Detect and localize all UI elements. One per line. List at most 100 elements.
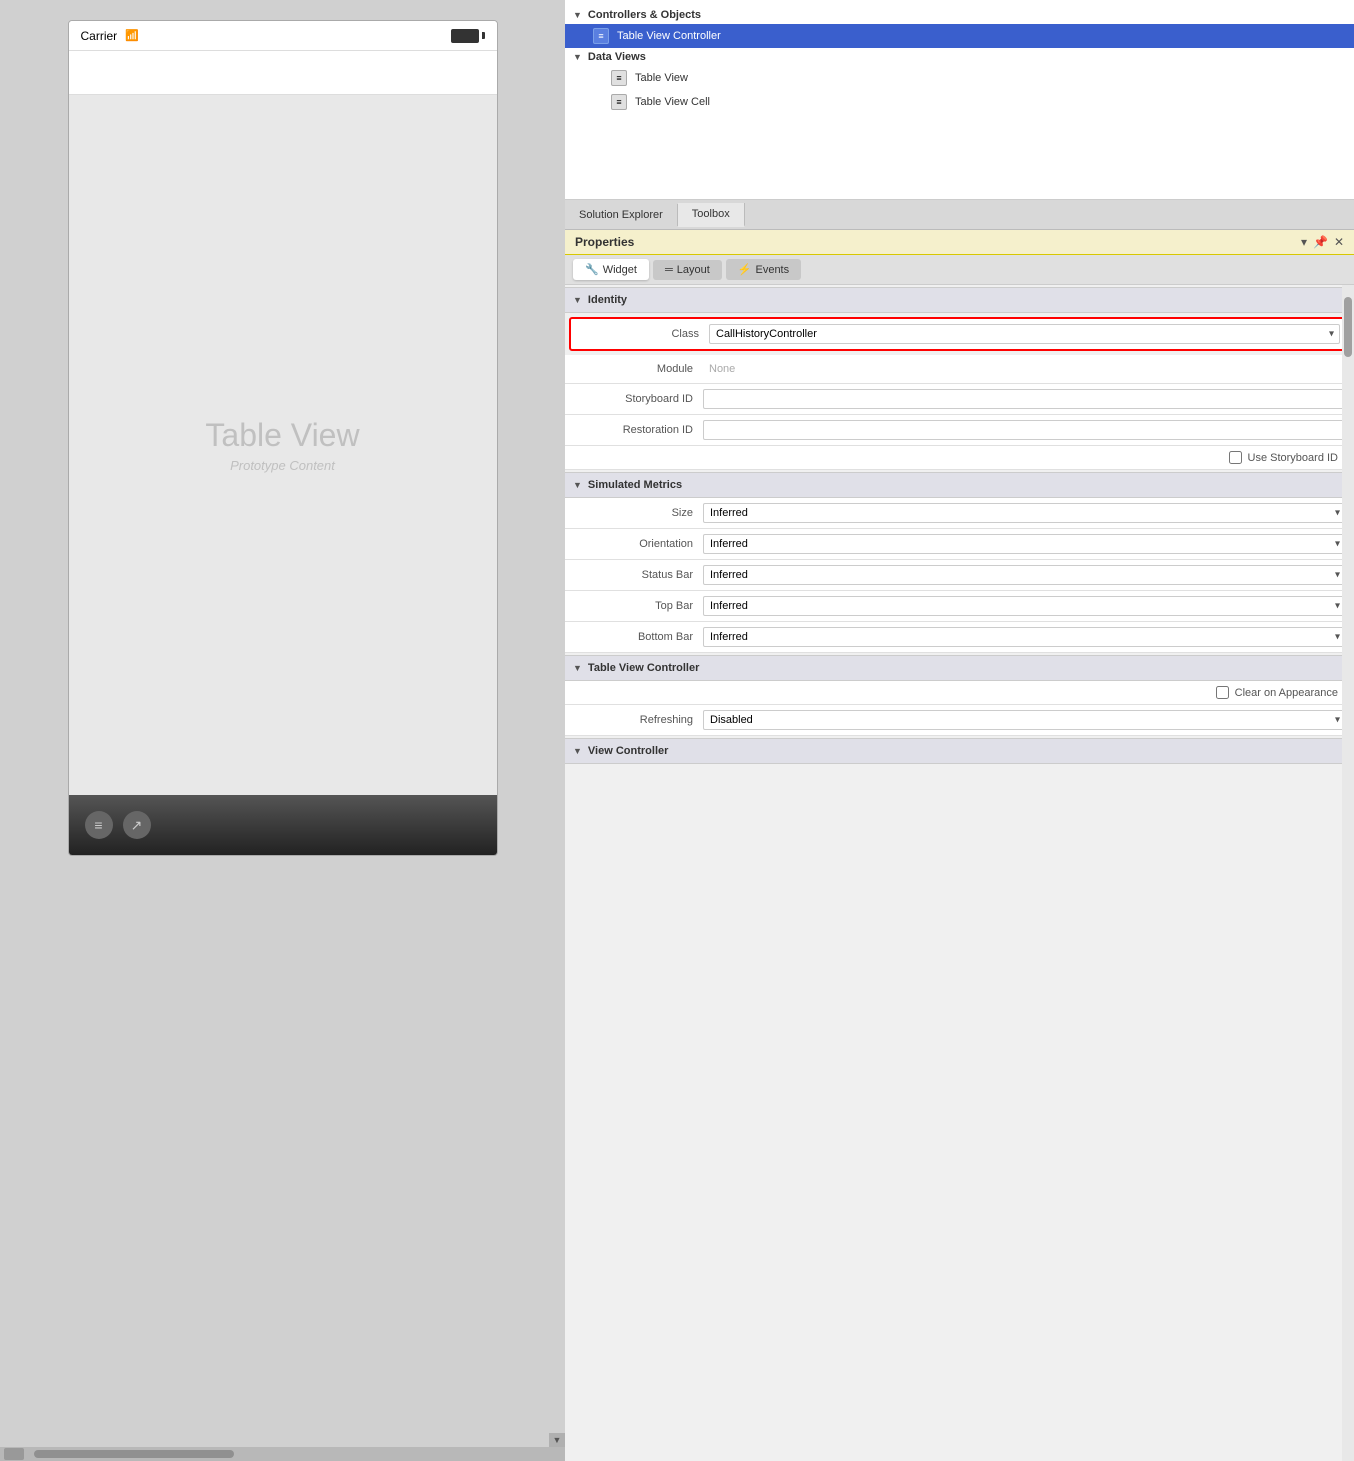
orientation-row: Orientation Inferred — [565, 529, 1354, 560]
clear-on-appearance-label: Clear on Appearance — [1235, 687, 1338, 699]
canvas-scroll-down[interactable]: ▼ — [549, 1433, 565, 1447]
properties-pin-icon[interactable]: 📌 — [1313, 235, 1328, 249]
properties-title-bar: Properties ▾ 📌 ✕ — [565, 230, 1354, 255]
orientation-label: Orientation — [573, 538, 703, 550]
table-view-label: Table View — [635, 72, 688, 84]
class-select[interactable]: CallHistoryController — [709, 324, 1340, 344]
tab-toolbox[interactable]: Toolbox — [678, 203, 745, 227]
use-storyboard-id-row: Use Storyboard ID — [565, 446, 1354, 470]
table-view-controller-icon: ≡ — [593, 28, 609, 44]
size-select-wrapper: Inferred — [703, 503, 1346, 523]
class-select-wrapper: CallHistoryController — [709, 324, 1340, 344]
top-bar-select[interactable]: Inferred — [703, 596, 1346, 616]
refreshing-select[interactable]: Disabled — [703, 710, 1346, 730]
identity-triangle: ▼ — [573, 295, 582, 305]
storyboard-id-label: Storyboard ID — [573, 393, 703, 405]
scrollbar-track — [1342, 285, 1354, 1461]
orientation-select[interactable]: Inferred — [703, 534, 1346, 554]
status-bar-select-wrapper: Inferred — [703, 565, 1346, 585]
status-bar-label: Status Bar — [573, 569, 703, 581]
tree-item-table-view-cell[interactable]: ≡ Table View Cell — [565, 90, 1354, 114]
size-row: Size Inferred — [565, 498, 1354, 529]
orientation-select-wrapper: Inferred — [703, 534, 1346, 554]
bottom-bar-row: Bottom Bar Inferred — [565, 622, 1354, 653]
properties-dropdown-icon[interactable]: ▾ — [1301, 235, 1307, 249]
status-bar-select[interactable]: Inferred — [703, 565, 1346, 585]
table-view-icon: ≡ — [611, 70, 627, 86]
tree-panel: ▼ Controllers & Objects ≡ Table View Con… — [565, 0, 1354, 200]
identity-section-header[interactable]: ▼ Identity — [565, 287, 1354, 313]
prop-tabs: 🔧 Widget ═ Layout ⚡ Events — [565, 255, 1354, 285]
tree-item-table-view-controller[interactable]: ≡ Table View Controller — [565, 24, 1354, 48]
properties-scrollbar[interactable] — [1342, 285, 1354, 1461]
top-bar-label: Top Bar — [573, 600, 703, 612]
properties-close-icon[interactable]: ✕ — [1334, 235, 1344, 249]
scrollbar-thumb-v[interactable] — [1344, 297, 1352, 357]
restoration-id-input[interactable] — [703, 420, 1346, 440]
iphone-bottom-bar: ≡ ↗ — [69, 795, 497, 855]
tree-item-table-view[interactable]: ≡ Table View — [565, 66, 1354, 90]
table-view-cell-label: Table View Cell — [635, 96, 710, 108]
properties-title-icons: ▾ 📌 ✕ — [1301, 235, 1344, 249]
canvas-scrollbar-thumb[interactable] — [34, 1450, 234, 1458]
simulated-metrics-triangle: ▼ — [573, 480, 582, 490]
prop-tab-events[interactable]: ⚡ Events — [726, 259, 801, 280]
simulated-metrics-header[interactable]: ▼ Simulated Metrics — [565, 472, 1354, 498]
simulated-metrics-title: Simulated Metrics — [588, 479, 682, 491]
use-storyboard-id-checkbox[interactable] — [1229, 451, 1242, 464]
size-select[interactable]: Inferred — [703, 503, 1346, 523]
bottom-bar-select-wrapper: Inferred — [703, 627, 1346, 647]
events-icon: ⚡ — [738, 263, 752, 276]
exit-icon[interactable]: ↗ — [123, 811, 151, 839]
properties-content: ▼ Identity Class CallHistoryController M… — [565, 285, 1354, 1461]
table-view-controller-label: Table View Controller — [617, 30, 721, 42]
iphone-content: Table View Prototype Content — [69, 95, 497, 795]
controllers-objects-header[interactable]: ▼ Controllers & Objects — [565, 6, 1354, 24]
carrier-label: Carrier — [81, 29, 118, 43]
view-controller-triangle: ▼ — [573, 746, 582, 756]
view-controller-section-header[interactable]: ▼ View Controller — [565, 738, 1354, 764]
table-view-controller-section-header[interactable]: ▼ Table View Controller — [565, 655, 1354, 681]
battery-tip — [482, 32, 485, 39]
top-bar-row: Top Bar Inferred — [565, 591, 1354, 622]
storyboard-id-row: Storyboard ID — [565, 384, 1354, 415]
events-label: Events — [755, 264, 789, 276]
layout-icon: ═ — [665, 264, 673, 276]
restoration-id-row: Restoration ID — [565, 415, 1354, 446]
size-label: Size — [573, 507, 703, 519]
battery-body — [451, 29, 479, 43]
tab-bar: Solution Explorer Toolbox — [565, 200, 1354, 230]
table-view-label: Table View — [205, 417, 359, 454]
iphone-status-bar: Carrier 📶 — [69, 21, 497, 51]
prop-tab-widget[interactable]: 🔧 Widget — [573, 259, 649, 280]
table-view-controller-section-title: Table View Controller — [588, 662, 699, 674]
prototype-content-label: Prototype Content — [230, 458, 335, 473]
storyboard-id-input[interactable] — [703, 389, 1346, 409]
table-view-controller-triangle: ▼ — [573, 663, 582, 673]
controllers-triangle: ▼ — [573, 10, 582, 20]
use-storyboard-id-label: Use Storyboard ID — [1248, 452, 1338, 464]
data-views-header[interactable]: ▼ Data Views — [565, 48, 1354, 66]
prop-tab-layout[interactable]: ═ Layout — [653, 260, 722, 280]
tab-solution-explorer[interactable]: Solution Explorer — [565, 204, 678, 226]
restoration-id-label: Restoration ID — [573, 424, 703, 436]
right-panel-wrapper: ▼ Controllers & Objects ≡ Table View Con… — [565, 0, 1354, 1461]
canvas-panel: Carrier 📶 Table View Prototype Content ≡… — [0, 0, 565, 1461]
properties-panel: Properties ▾ 📌 ✕ 🔧 Widget ═ Layout — [565, 230, 1354, 1461]
module-value: None — [703, 360, 741, 378]
clear-on-appearance-checkbox[interactable] — [1216, 686, 1229, 699]
controllers-objects-title: Controllers & Objects — [588, 9, 701, 21]
scroll-left-arrow[interactable] — [4, 1448, 24, 1460]
menu-icon[interactable]: ≡ — [85, 811, 113, 839]
canvas-scrollbar[interactable] — [0, 1447, 565, 1461]
status-bar-row: Status Bar Inferred — [565, 560, 1354, 591]
battery-icon — [451, 29, 485, 43]
top-bar-select-wrapper: Inferred — [703, 596, 1346, 616]
bottom-bar-select[interactable]: Inferred — [703, 627, 1346, 647]
refreshing-select-wrapper: Disabled — [703, 710, 1346, 730]
layout-label: Layout — [677, 264, 710, 276]
data-views-triangle: ▼ — [573, 52, 582, 62]
clear-on-appearance-row: Clear on Appearance — [565, 681, 1354, 705]
identity-section-title: Identity — [588, 294, 627, 306]
table-view-cell-icon: ≡ — [611, 94, 627, 110]
